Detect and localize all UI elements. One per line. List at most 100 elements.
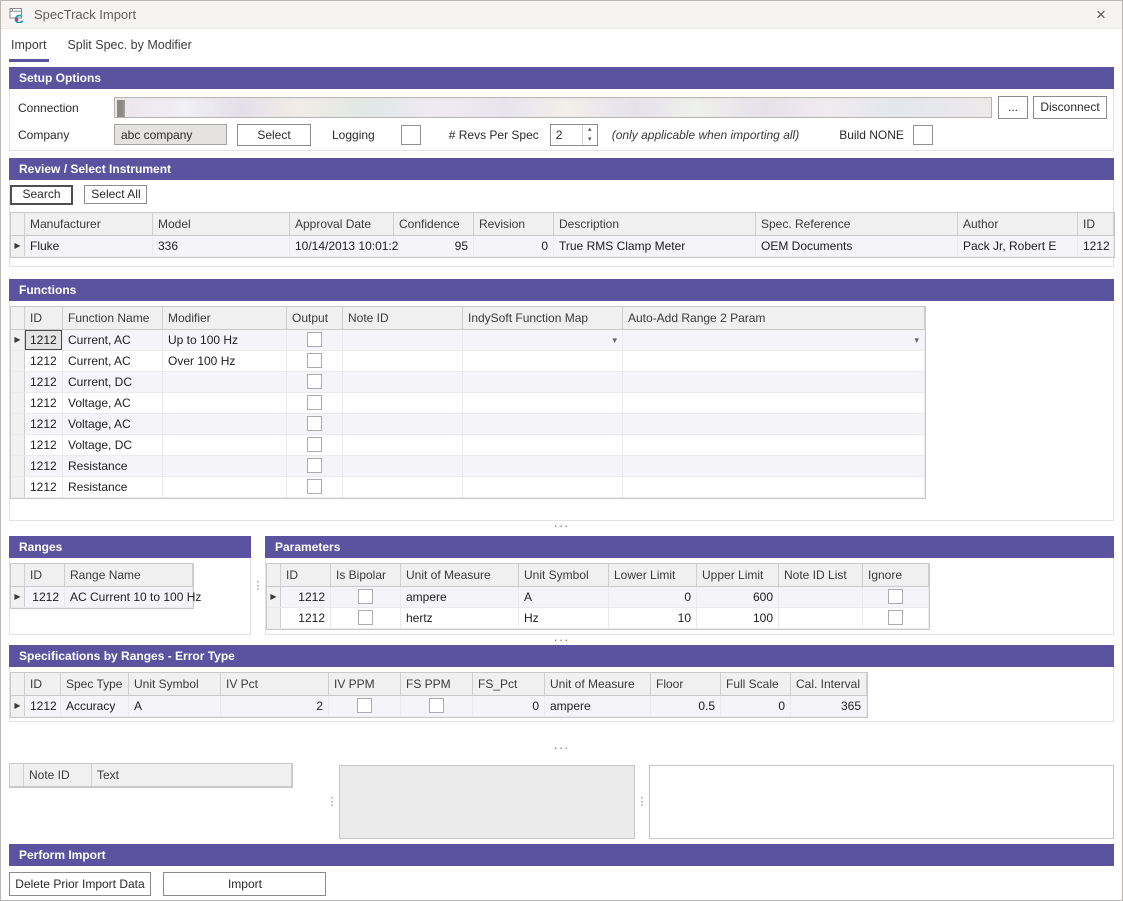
grid-cell[interactable] bbox=[463, 351, 623, 371]
table-row[interactable]: 1212Voltage, AC bbox=[11, 393, 925, 414]
horizontal-splitter[interactable]: ··· bbox=[9, 722, 1114, 763]
checkbox[interactable] bbox=[358, 589, 373, 604]
select-all-button[interactable]: Select All bbox=[84, 185, 147, 204]
grid-cell[interactable]: Current, DC bbox=[63, 372, 163, 392]
notes-table[interactable]: Note IDText bbox=[9, 763, 293, 788]
grid-cell[interactable]: Current, AC bbox=[63, 351, 163, 371]
grid-cell[interactable]: 0.5 bbox=[651, 696, 721, 716]
grid-cell[interactable] bbox=[343, 330, 463, 350]
grid-cell[interactable] bbox=[287, 435, 343, 455]
grid-cell[interactable] bbox=[329, 696, 401, 716]
selector-header[interactable] bbox=[11, 564, 25, 586]
grid-cell[interactable] bbox=[779, 608, 863, 628]
grid-cell[interactable]: AC Current 10 to 100 Hz bbox=[65, 587, 193, 607]
checkbox[interactable] bbox=[307, 479, 322, 494]
checkbox[interactable] bbox=[358, 610, 373, 625]
grid-cell[interactable] bbox=[623, 456, 925, 476]
column-header[interactable]: Floor bbox=[651, 673, 721, 695]
grid-cell[interactable] bbox=[331, 587, 401, 607]
row-selector[interactable] bbox=[11, 435, 25, 455]
grid-cell[interactable]: 1212 bbox=[25, 587, 65, 607]
column-header[interactable]: IV Pct bbox=[221, 673, 329, 695]
selector-header[interactable] bbox=[10, 764, 24, 786]
grid-cell[interactable] bbox=[463, 414, 623, 434]
row-selector[interactable] bbox=[11, 414, 25, 434]
column-header[interactable]: ID bbox=[281, 564, 331, 586]
grid-cell[interactable] bbox=[287, 393, 343, 413]
checkbox[interactable] bbox=[307, 374, 322, 389]
grid-cell[interactable] bbox=[163, 372, 287, 392]
functions-table[interactable]: IDFunction NameModifierOutputNote IDIndy… bbox=[10, 306, 926, 499]
checkbox[interactable] bbox=[429, 698, 444, 713]
row-selector[interactable] bbox=[11, 372, 25, 392]
table-row[interactable]: 1212Resistance bbox=[11, 456, 925, 477]
column-header[interactable]: Note ID List bbox=[779, 564, 863, 586]
grid-cell[interactable]: hertz bbox=[401, 608, 519, 628]
grid-cell[interactable] bbox=[287, 456, 343, 476]
grid-cell[interactable]: True RMS Clamp Meter bbox=[554, 236, 756, 256]
connection-field[interactable] bbox=[114, 97, 992, 118]
grid-cell[interactable]: 1212 bbox=[25, 330, 63, 350]
grid-cell[interactable]: 0 bbox=[609, 587, 697, 607]
grid-cell[interactable] bbox=[287, 351, 343, 371]
vertical-splitter[interactable]: ⋮ bbox=[251, 536, 265, 635]
column-header[interactable]: Approval Date bbox=[290, 213, 394, 235]
grid-cell[interactable]: 95 bbox=[394, 236, 474, 256]
close-button[interactable]: × bbox=[1086, 3, 1116, 27]
ranges-table[interactable]: IDRange Name▶1212AC Current 10 to 100 Hz bbox=[10, 563, 194, 609]
column-header[interactable]: Lower Limit bbox=[609, 564, 697, 586]
select-company-button[interactable]: Select bbox=[237, 124, 311, 146]
grid-cell[interactable] bbox=[623, 351, 925, 371]
grid-cell[interactable] bbox=[779, 587, 863, 607]
column-header[interactable]: FS_Pct bbox=[473, 673, 545, 695]
grid-cell[interactable] bbox=[343, 414, 463, 434]
browse-button[interactable]: ... bbox=[998, 96, 1028, 119]
grid-cell[interactable]: Resistance bbox=[63, 477, 163, 497]
table-row[interactable]: ▶1212ampereA0600 bbox=[267, 587, 929, 608]
grid-cell[interactable]: Voltage, AC bbox=[63, 414, 163, 434]
parameters-table[interactable]: IDIs BipolarUnit of MeasureUnit SymbolLo… bbox=[266, 563, 930, 630]
table-row[interactable]: ▶1212Current, ACUp to 100 Hz▾▾ bbox=[11, 330, 925, 351]
grid-cell[interactable]: 336 bbox=[153, 236, 290, 256]
grid-cell[interactable]: Accuracy bbox=[61, 696, 129, 716]
column-header[interactable]: Spec. Reference bbox=[756, 213, 958, 235]
grid-cell[interactable]: 0 bbox=[474, 236, 554, 256]
checkbox[interactable] bbox=[307, 395, 322, 410]
grid-cell[interactable]: 100 bbox=[697, 608, 779, 628]
grid-cell[interactable]: 1212 bbox=[281, 608, 331, 628]
grid-cell[interactable] bbox=[623, 414, 925, 434]
checkbox[interactable] bbox=[307, 416, 322, 431]
stepper-down-icon[interactable]: ▾ bbox=[583, 135, 597, 145]
row-selector[interactable] bbox=[11, 477, 25, 497]
table-row[interactable]: 1212Voltage, AC bbox=[11, 414, 925, 435]
grid-cell[interactable]: 1212 bbox=[25, 435, 63, 455]
grid-cell[interactable]: A bbox=[129, 696, 221, 716]
logging-checkbox[interactable] bbox=[401, 125, 421, 145]
grid-cell[interactable] bbox=[287, 477, 343, 497]
delete-prior-import-button[interactable]: Delete Prior Import Data bbox=[9, 872, 151, 896]
grid-cell[interactable]: 1212 bbox=[25, 456, 63, 476]
table-row[interactable]: ▶1212AccuracyA20ampere0.50365 bbox=[11, 696, 867, 717]
grid-cell[interactable]: ▾ bbox=[463, 330, 623, 350]
column-header[interactable]: Range Name bbox=[65, 564, 193, 586]
vertical-splitter[interactable]: ⋮ bbox=[325, 763, 339, 839]
selector-header[interactable] bbox=[11, 307, 25, 329]
column-header[interactable]: IV PPM bbox=[329, 673, 401, 695]
grid-cell[interactable] bbox=[463, 435, 623, 455]
instruments-table[interactable]: ManufacturerModelApproval DateConfidence… bbox=[10, 212, 1115, 258]
row-selector[interactable]: ▶ bbox=[11, 696, 25, 716]
grid-cell[interactable]: Hz bbox=[519, 608, 609, 628]
column-header[interactable]: Ignore bbox=[863, 564, 929, 586]
grid-cell[interactable] bbox=[287, 414, 343, 434]
column-header[interactable]: Note ID bbox=[343, 307, 463, 329]
column-header[interactable]: Description bbox=[554, 213, 756, 235]
grid-cell[interactable]: Voltage, AC bbox=[63, 393, 163, 413]
grid-cell[interactable] bbox=[401, 696, 473, 716]
selector-header[interactable] bbox=[11, 673, 25, 695]
column-header[interactable]: Auto-Add Range 2 Param bbox=[623, 307, 925, 329]
grid-cell[interactable]: Pack Jr, Robert E bbox=[958, 236, 1078, 256]
grid-cell[interactable]: 1212 bbox=[1078, 236, 1114, 256]
grid-cell[interactable]: 1212 bbox=[25, 477, 63, 497]
column-header[interactable]: ID bbox=[1078, 213, 1114, 235]
checkbox[interactable] bbox=[307, 332, 322, 347]
